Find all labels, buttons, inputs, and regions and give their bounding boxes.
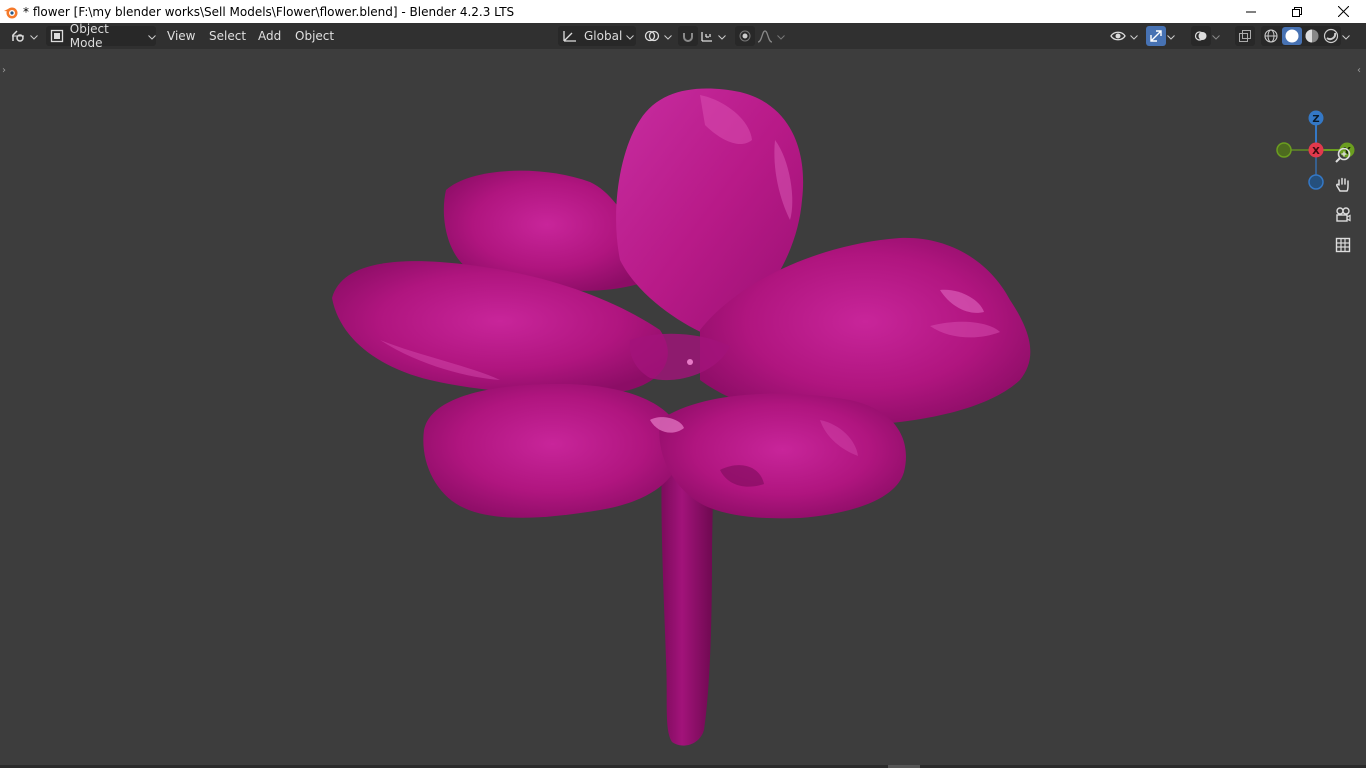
pan-button[interactable]: [1330, 172, 1356, 198]
chevron-down-icon: [626, 29, 635, 43]
close-icon: [1337, 6, 1349, 17]
gizmo-toggle-icon: [1150, 30, 1162, 42]
zoom-button[interactable]: [1330, 142, 1356, 168]
overlay-icon: [1194, 31, 1207, 41]
3d-viewport[interactable]: › ‹ Z Y X: [0, 49, 1366, 765]
window-controls: [1228, 0, 1366, 23]
minimize-button[interactable]: [1228, 0, 1274, 23]
snap-target-icon: [701, 32, 712, 42]
hand-pan-icon: [1336, 177, 1349, 192]
chevron-down-icon: [1212, 29, 1220, 43]
visibility-icon: [1110, 31, 1126, 41]
editor-type-icon: [12, 30, 24, 42]
menu-object[interactable]: Object: [289, 26, 340, 46]
falloff-button[interactable]: [757, 26, 787, 46]
chevron-down-icon: [664, 29, 672, 43]
wireframe-shading-button[interactable]: [1263, 28, 1279, 44]
orientation-label: Global: [584, 29, 623, 43]
restore-button[interactable]: [1274, 0, 1320, 23]
restore-icon: [1292, 6, 1302, 17]
material-shading-icon: [1305, 29, 1319, 43]
menu-add[interactable]: Add: [252, 26, 287, 46]
camera-view-button[interactable]: [1330, 202, 1356, 228]
close-button[interactable]: [1320, 0, 1366, 23]
falloff-icon: [757, 30, 773, 43]
proportional-edit-toggle[interactable]: [735, 26, 755, 46]
perspective-toggle-button[interactable]: [1330, 232, 1356, 258]
toolbar-toggle-arrow[interactable]: ›: [2, 65, 6, 76]
menu-select[interactable]: Select: [203, 26, 252, 46]
snap-icon: [683, 33, 693, 42]
mode-dropdown[interactable]: Object Mode: [46, 22, 156, 50]
gizmo-neg-z[interactable]: [1308, 174, 1324, 190]
wireframe-shading-icon: [1264, 29, 1278, 43]
xray-icon: [1239, 30, 1251, 42]
camera-icon: [1336, 207, 1351, 222]
chevron-down-icon: [30, 29, 38, 43]
menu-view[interactable]: View: [161, 26, 201, 46]
chevron-down-icon: [1342, 29, 1350, 43]
chevron-down-icon: [1130, 29, 1138, 43]
rendered-shading-icon: [1323, 28, 1339, 44]
material-shading-button[interactable]: [1304, 28, 1320, 44]
viewport-header: Object Mode View Select Add Object Globa…: [0, 22, 1366, 50]
title-bar: * flower [F:\my blender works\Sell Model…: [0, 0, 1366, 23]
snap-toggle[interactable]: [678, 26, 698, 46]
object-mode-icon: [50, 29, 64, 43]
solid-shading-icon: [1285, 29, 1299, 43]
blender-logo-icon: [4, 7, 18, 18]
petal-lower-right: [659, 393, 906, 519]
minimize-icon: [1246, 11, 1256, 12]
pivot-point-icon: [644, 30, 660, 42]
petal-lower-left: [423, 384, 682, 518]
snap-target-button[interactable]: [700, 26, 730, 46]
chevron-down-icon: [148, 29, 156, 43]
gizmo-neg-y[interactable]: [1276, 142, 1292, 158]
chevron-down-icon: [718, 29, 726, 43]
editor-type-button[interactable]: [10, 26, 40, 46]
perspective-grid-icon: [1335, 237, 1351, 253]
gizmo-x-label: X: [1312, 146, 1320, 157]
visibility-button[interactable]: [1110, 26, 1140, 46]
transform-orientation-dropdown[interactable]: Global: [558, 26, 636, 46]
chevron-down-icon: [1167, 29, 1175, 43]
flower-model[interactable]: [0, 49, 1366, 765]
gizmo-dropdown[interactable]: [1167, 26, 1181, 46]
gizmo-toggle[interactable]: [1146, 26, 1166, 46]
gizmo-z-label: Z: [1312, 114, 1319, 125]
shading-dropdown[interactable]: [1342, 26, 1356, 46]
solid-shading-button[interactable]: [1281, 27, 1302, 45]
sidebar-toggle-arrow[interactable]: ‹: [1357, 65, 1361, 76]
window-title: * flower [F:\my blender works\Sell Model…: [23, 4, 515, 19]
pivot-point-button[interactable]: [644, 26, 672, 46]
overlay-toggle[interactable]: [1191, 26, 1211, 46]
zoom-icon: [1335, 147, 1351, 163]
shading-switcher: [1261, 26, 1341, 46]
mode-label: Object Mode: [69, 22, 109, 50]
proportional-edit-icon: [739, 30, 751, 42]
overlay-dropdown[interactable]: [1212, 26, 1226, 46]
orientation-icon: [563, 31, 576, 42]
rendered-shading-button[interactable]: [1323, 28, 1339, 44]
chevron-down-icon: [777, 29, 785, 43]
xray-toggle[interactable]: [1235, 26, 1255, 46]
